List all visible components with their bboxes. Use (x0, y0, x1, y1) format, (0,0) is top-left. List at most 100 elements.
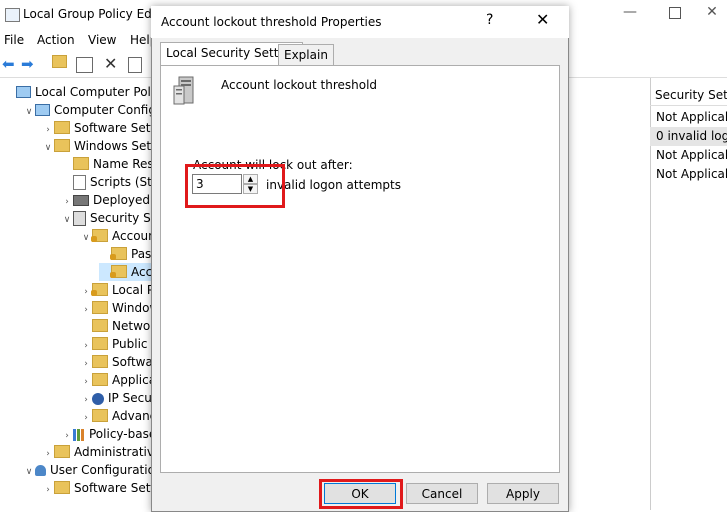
tree-item[interactable]: › Advanced (80, 407, 152, 425)
column-header-security-setting[interactable]: Security Settin (650, 85, 727, 106)
tree-item[interactable]: › Software R (80, 353, 152, 371)
tree-item-label: Software Settings (74, 121, 152, 135)
tree-item[interactable]: Passwo (99, 245, 152, 263)
tree-item[interactable]: Network Li (80, 317, 152, 335)
tab-panel (160, 65, 560, 473)
locked-folder-icon (91, 283, 108, 296)
printer-icon (73, 195, 89, 206)
tree-item[interactable]: › Deployed Print (61, 191, 152, 209)
mmc-app-icon (5, 8, 20, 22)
chevron-right-icon[interactable]: › (61, 427, 73, 443)
chevron-right-icon[interactable]: › (80, 337, 92, 353)
tree-item[interactable]: Local Computer Policy (4, 83, 152, 101)
delete-icon[interactable]: ✕ (104, 55, 122, 73)
up-folder-icon[interactable] (52, 55, 70, 73)
chevron-down-icon[interactable]: ∨ (23, 103, 35, 119)
details-row-selected[interactable]: 0 invalid logo (650, 127, 727, 146)
cancel-button[interactable]: Cancel (406, 483, 478, 504)
folder-icon (92, 409, 108, 422)
tree-item[interactable]: › Policy-based C (61, 425, 152, 443)
tree-item[interactable]: ∨ User Configuration (23, 461, 152, 479)
show-hide-tree-icon[interactable] (76, 57, 93, 73)
tree-item[interactable]: › Software Settin (42, 479, 152, 497)
chevron-right-icon[interactable]: › (42, 445, 54, 461)
maximize-icon[interactable] (660, 4, 690, 24)
tree-item-label: Administrative Ter (74, 445, 152, 459)
tree-item-label: Local Computer Policy (35, 85, 152, 99)
back-arrow-icon[interactable]: ⬅ (2, 55, 20, 73)
tree-item-label: Name Resoluti (93, 157, 152, 171)
attempts-label: invalid logon attempts (266, 178, 401, 192)
tree-item[interactable]: › Public Key (80, 335, 152, 353)
tree-item[interactable]: › Administrative Ter (42, 443, 152, 461)
forward-arrow-icon[interactable]: ➡ (21, 55, 39, 73)
menu-file[interactable]: File (4, 33, 24, 47)
tree-item[interactable]: › Software Settings (42, 119, 152, 137)
chevron-down-icon[interactable]: ∨ (61, 211, 73, 227)
tab-explain[interactable]: Explain (278, 44, 334, 65)
chevron-right-icon[interactable]: › (80, 355, 92, 371)
tree-item[interactable]: ∨ Security Settin (61, 209, 152, 227)
tree-item-label: Policy-based C (89, 427, 152, 441)
chevron-right-icon[interactable]: › (42, 121, 54, 137)
tree-item[interactable]: ∨ Computer Configurati (23, 101, 152, 119)
folder-icon (92, 373, 108, 386)
bar-chart-icon (73, 428, 85, 441)
tree-item[interactable]: ∨Account P (80, 227, 152, 245)
folder-icon (54, 445, 70, 458)
highlight-box-threshold (185, 164, 285, 208)
locked-folder-icon (91, 229, 108, 242)
folder-icon (54, 121, 70, 134)
server-policy-icon (173, 76, 194, 105)
tree-item-label: User Configuration (50, 463, 152, 477)
tree-item[interactable]: Scripts (Startup (61, 173, 152, 191)
folder-icon (92, 337, 108, 350)
tree-item-label: Software Settin (74, 481, 152, 495)
folder-icon (54, 139, 70, 152)
tree-item-label: Advanced (112, 409, 152, 423)
help-icon[interactable]: ? (486, 12, 493, 28)
tree-item-label: Local Polic (112, 283, 152, 297)
chevron-right-icon[interactable]: › (80, 391, 92, 407)
mmc-window-title: Local Group Policy Edito (23, 7, 168, 21)
chevron-down-icon[interactable]: ∨ (23, 463, 35, 479)
tree-item-label: Deployed Print (93, 193, 152, 207)
tree-item[interactable]: › IP Security (80, 389, 152, 407)
folder-icon (54, 481, 70, 494)
tree-item[interactable]: Accoun (99, 263, 152, 281)
tree-item-label: Applicatio (112, 373, 152, 387)
tree-item-label: Computer Configurati (54, 103, 152, 117)
chevron-right-icon[interactable]: › (80, 373, 92, 389)
folder-icon (92, 301, 108, 314)
mmc-close-icon[interactable]: ✕ (697, 4, 727, 24)
locked-folder-icon (110, 265, 127, 278)
computer-icon (35, 103, 50, 116)
chevron-right-icon[interactable]: › (42, 481, 54, 497)
tree-item[interactable]: ›Local Polic (80, 281, 152, 299)
highlight-box-ok (319, 479, 403, 509)
chevron-right-icon[interactable]: › (80, 301, 92, 317)
details-row[interactable]: Not Applicab (650, 146, 727, 165)
details-row[interactable]: Not Applicab (650, 165, 727, 184)
minimize-icon[interactable]: — (615, 4, 645, 24)
policy-name: Account lockout threshold (221, 78, 378, 92)
tree-item-label: Passwo (131, 247, 152, 261)
tree-item[interactable]: › Applicatio (80, 371, 152, 389)
user-icon (35, 465, 46, 476)
chevron-down-icon[interactable]: ∨ (42, 139, 54, 155)
folder-icon (92, 355, 108, 368)
menu-view[interactable]: View (88, 33, 116, 47)
tree-item-label: Software R (112, 355, 152, 369)
apply-button[interactable]: Apply (487, 483, 559, 504)
details-row[interactable]: Not Applicab (650, 108, 727, 127)
properties-icon[interactable] (128, 57, 142, 73)
chevron-right-icon[interactable]: › (61, 193, 73, 209)
tree-item[interactable]: Name Resoluti (61, 155, 152, 173)
tree-item-label: Account P (112, 229, 152, 243)
menu-action[interactable]: Action (37, 33, 75, 47)
tree-item[interactable]: ∨ Windows Settings (42, 137, 152, 155)
chevron-right-icon[interactable]: › (80, 409, 92, 425)
tree-item-label: IP Security (108, 391, 152, 405)
tree-item[interactable]: › Windows D (80, 299, 152, 317)
close-icon[interactable]: ✕ (536, 10, 549, 29)
